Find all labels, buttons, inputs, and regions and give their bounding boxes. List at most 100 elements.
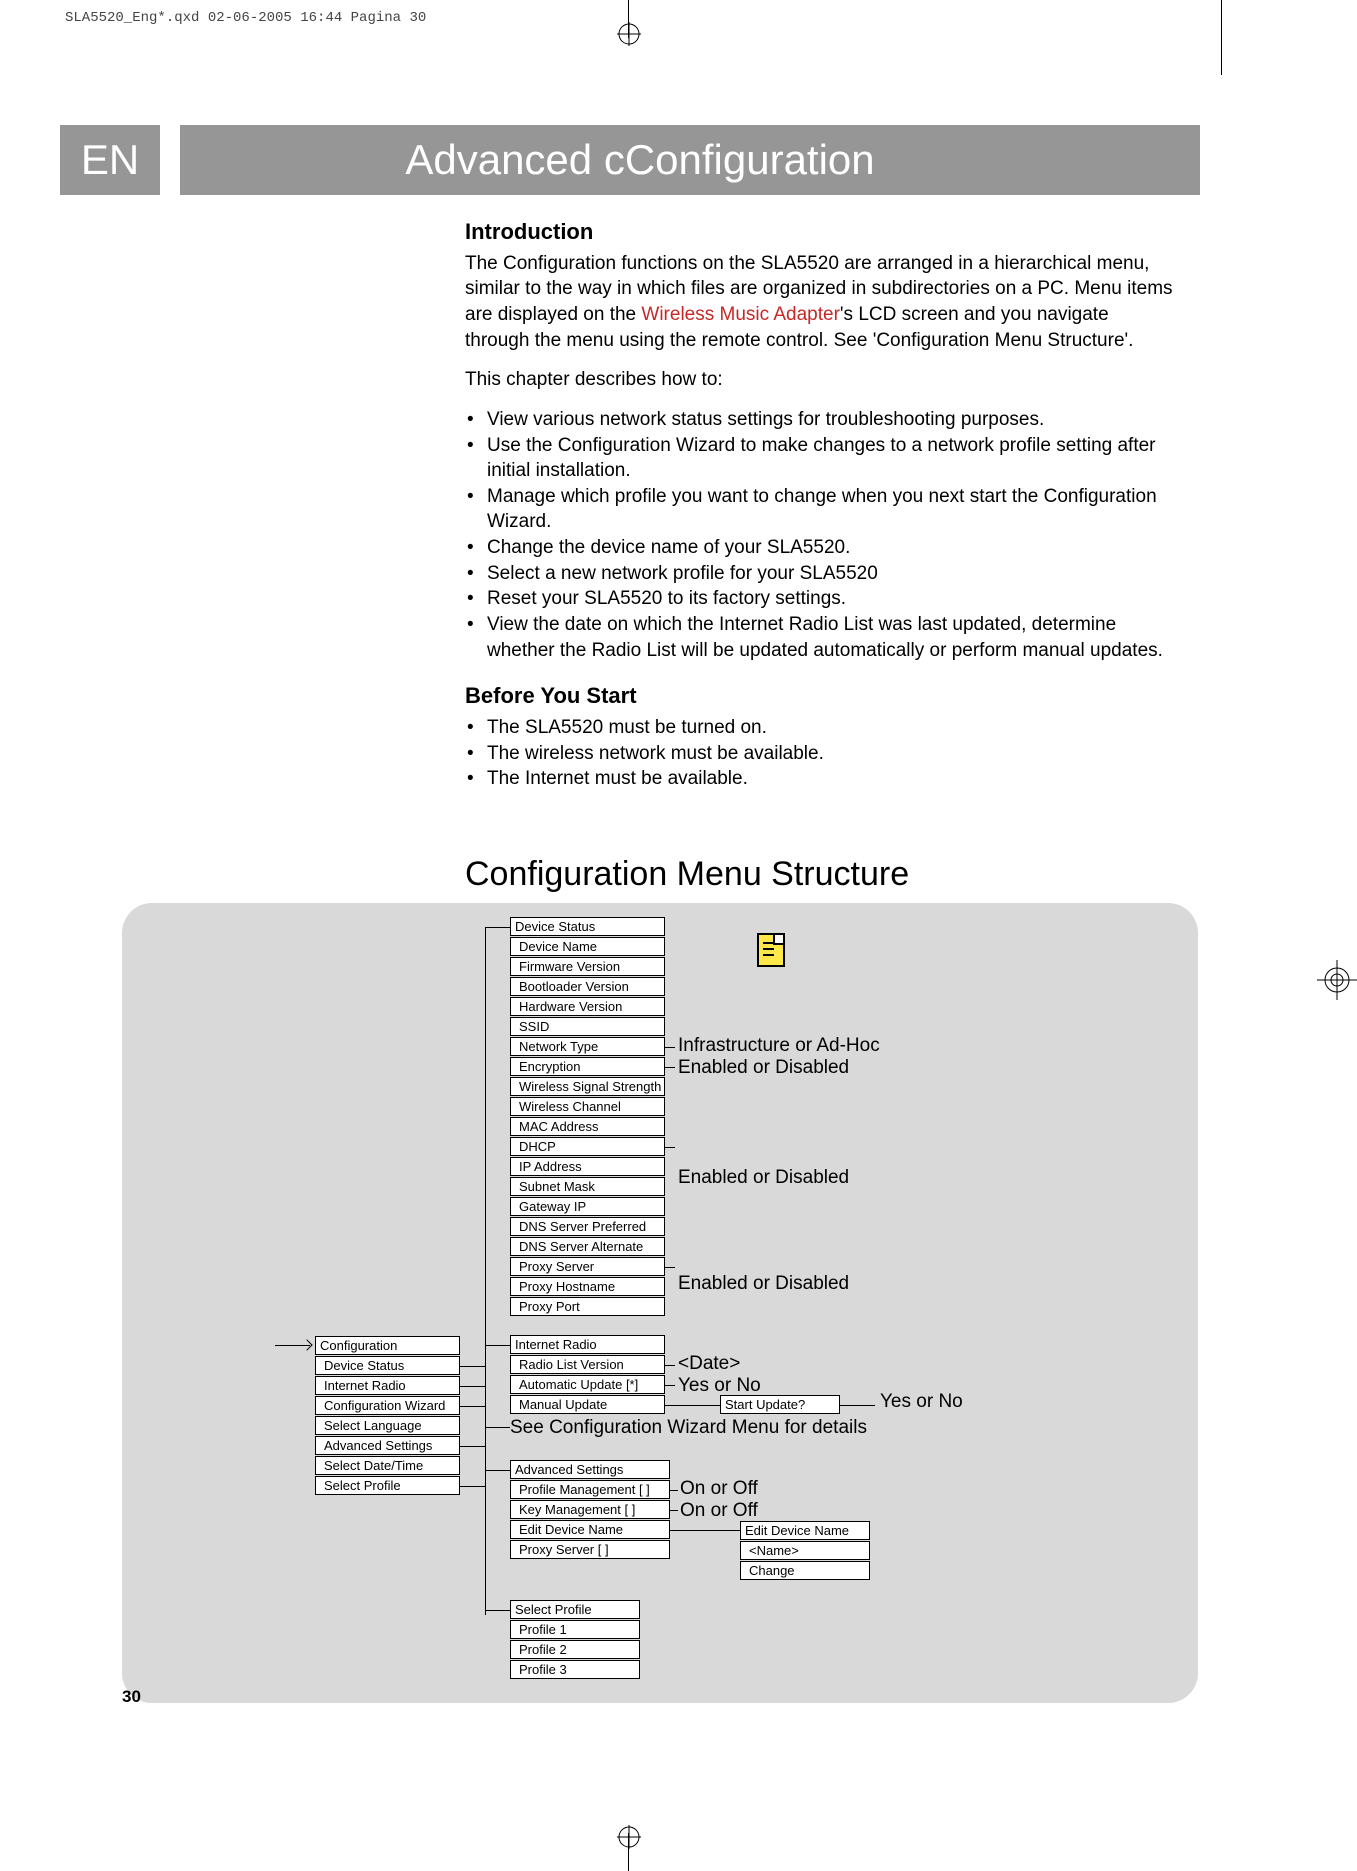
menu-header: Device Status — [510, 917, 665, 936]
config-menu-structure-heading: Configuration Menu Structure — [465, 855, 909, 894]
menu-item: Network Type — [510, 1037, 665, 1056]
menu-item: Advanced Settings — [315, 1436, 460, 1455]
intro-lead: This chapter describes how to: — [465, 367, 1175, 393]
list-item: The SLA5520 must be turned on. — [487, 715, 1175, 741]
value-label: Infrastructure or Ad-Hoc — [678, 1035, 880, 1057]
menu-item: IP Address — [510, 1157, 665, 1176]
list-item: Change the device name of your SLA5520. — [487, 535, 1175, 561]
value-label: Enabled or Disabled — [678, 1273, 849, 1295]
connector — [665, 1365, 675, 1366]
menu-item: Profile Management [ ] — [510, 1480, 670, 1499]
connector — [665, 1147, 675, 1148]
menu-item: Wireless Signal Strength — [510, 1077, 665, 1096]
menu-header: Edit Device Name — [740, 1521, 870, 1540]
connector — [665, 1067, 675, 1068]
connector — [485, 927, 510, 928]
menu-item: Key Management [ ] — [510, 1500, 670, 1519]
menu-item: Proxy Port — [510, 1297, 665, 1316]
connector — [665, 1405, 720, 1406]
menu-header: Select Profile — [510, 1600, 640, 1619]
registration-mark — [617, 22, 641, 46]
menu-item: Change — [740, 1561, 870, 1580]
wireless-music-adapter-link: Wireless Music Adapter — [641, 304, 840, 325]
note-icon — [757, 933, 785, 967]
menu-item: Proxy Hostname — [510, 1277, 665, 1296]
menu-item: Edit Device Name — [510, 1520, 670, 1539]
menu-item: Device Status — [315, 1356, 460, 1375]
menu-item: Proxy Server — [510, 1257, 665, 1276]
connector — [485, 1610, 510, 1611]
print-header: SLA5520_Eng*.qxd 02-06-2005 16:44 Pagina… — [65, 10, 426, 26]
menu-item: Select Date/Time — [315, 1456, 460, 1475]
connector — [460, 1406, 485, 1407]
menu-item: DNS Server Preferred — [510, 1217, 665, 1236]
value-label: On or Off — [680, 1478, 758, 1500]
menu-item: Subnet Mask — [510, 1177, 665, 1196]
menu-item: Device Name — [510, 937, 665, 956]
menu-item: Profile 3 — [510, 1660, 640, 1679]
list-item: Reset your SLA5520 to its factory settin… — [487, 586, 1175, 612]
menu-item: Configuration — [315, 1336, 460, 1355]
connector — [485, 927, 486, 1615]
menu-item: Select Language — [315, 1416, 460, 1435]
menu-item: Proxy Server [ ] — [510, 1540, 670, 1559]
menu-item: Select Profile — [315, 1476, 460, 1495]
note-text: See Configuration Wizard Menu for detail… — [510, 1417, 867, 1439]
connector — [670, 1530, 740, 1531]
value-label: Enabled or Disabled — [678, 1057, 849, 1079]
intro-heading: Introduction — [465, 217, 1175, 247]
language-badge: EN — [60, 125, 160, 195]
menu-item: Internet Radio — [315, 1376, 460, 1395]
menu-header: Advanced Settings — [510, 1460, 670, 1479]
list-item: View various network status settings for… — [487, 407, 1175, 433]
list-item: The wireless network must be available. — [487, 741, 1175, 767]
menu-item: MAC Address — [510, 1117, 665, 1136]
menu-item: Radio List Version — [510, 1355, 665, 1374]
menu-item: Profile 2 — [510, 1640, 640, 1659]
menu-item: DHCP — [510, 1137, 665, 1156]
connector — [485, 1470, 510, 1471]
connector — [460, 1366, 485, 1367]
menu-item: Start Update? — [720, 1395, 840, 1414]
connector — [485, 1427, 510, 1428]
page-title: Advanced cConfiguration — [180, 125, 1200, 195]
menu-item: Profile 1 — [510, 1620, 640, 1639]
menu-item: <Name> — [740, 1541, 870, 1560]
list-item: Use the Configuration Wizard to make cha… — [487, 433, 1175, 484]
list-item: Manage which profile you want to change … — [487, 484, 1175, 535]
crop-mark — [1221, 0, 1222, 75]
intro-bullets: View various network status settings for… — [465, 407, 1175, 663]
connector — [460, 1386, 485, 1387]
menu-item: Wireless Channel — [510, 1097, 665, 1116]
value-label: On or Off — [680, 1500, 758, 1522]
menu-item: Bootloader Version — [510, 977, 665, 996]
menu-item: DNS Server Alternate — [510, 1237, 665, 1256]
menu-item: Automatic Update [*] — [510, 1375, 665, 1394]
connector — [460, 1446, 485, 1447]
value-label: Enabled or Disabled — [678, 1167, 849, 1189]
value-label: Yes or No — [880, 1391, 963, 1413]
header-band: EN Advanced cConfiguration — [60, 125, 1200, 195]
menu-item: Configuration Wizard — [315, 1396, 460, 1415]
registration-mark — [1317, 960, 1357, 1005]
list-item: Select a new network profile for your SL… — [487, 561, 1175, 587]
connector — [665, 1267, 675, 1268]
before-bullets: The SLA5520 must be turned on. The wirel… — [465, 715, 1175, 792]
list-item: The Internet must be available. — [487, 766, 1175, 792]
connector — [665, 1047, 675, 1048]
list-item: View the date on which the Internet Radi… — [487, 612, 1175, 663]
body-content: Introduction The Configuration functions… — [465, 217, 1175, 792]
connector — [460, 1486, 485, 1487]
menu-item: Gateway IP — [510, 1197, 665, 1216]
menu-item: Firmware Version — [510, 957, 665, 976]
page: EN Advanced cConfiguration Introduction … — [60, 75, 1200, 1735]
menu-header: Internet Radio — [510, 1335, 665, 1354]
value-label: Yes or No — [678, 1375, 761, 1397]
connector — [840, 1405, 875, 1406]
connector — [670, 1490, 678, 1491]
intro-paragraph: The Configuration functions on the SLA55… — [465, 251, 1175, 354]
page-number: 30 — [122, 1687, 141, 1707]
connector — [485, 1345, 510, 1346]
menu-item: Hardware Version — [510, 997, 665, 1016]
menu-item: Manual Update — [510, 1395, 665, 1414]
